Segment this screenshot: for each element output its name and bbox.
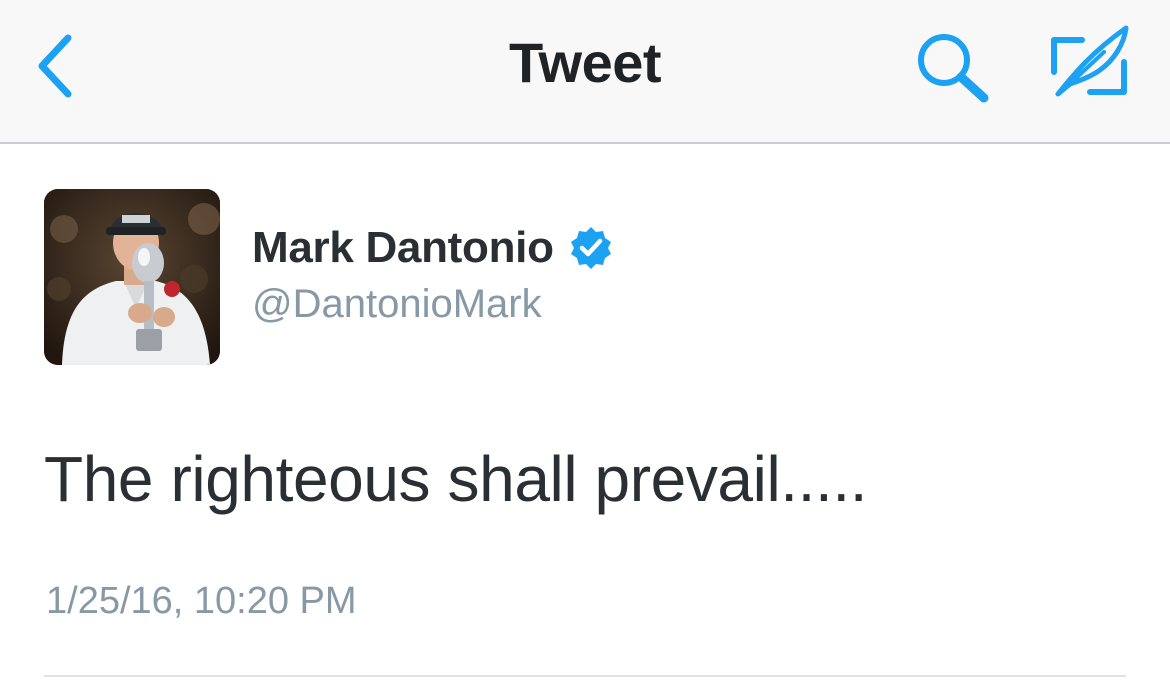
search-button[interactable]	[912, 30, 996, 106]
avatar[interactable]	[44, 189, 220, 365]
compose-tweet-icon	[1051, 25, 1129, 97]
author-info: Mark Dantonio @DantonioMark	[252, 222, 952, 327]
tweet-text: The righteous shall prevail.....	[44, 443, 868, 515]
tweet-timestamp: 1/25/16, 10:20 PM	[46, 580, 357, 622]
chevron-left-icon	[38, 34, 72, 98]
search-icon	[918, 34, 989, 103]
tweet-detail-screen: Tweet Mark Dantonio @DantonioMark The ri…	[0, 0, 1170, 685]
tweet-card: Mark Dantonio @DantonioMark The righteou…	[0, 144, 1170, 685]
profile-photo	[44, 189, 220, 365]
author-name-row: Mark Dantonio	[252, 222, 952, 274]
navigation-bar: Tweet	[0, 0, 1170, 144]
divider	[44, 675, 1126, 677]
author-handle[interactable]: @DantonioMark	[252, 282, 952, 327]
author-name[interactable]: Mark Dantonio	[252, 223, 554, 273]
verified-badge-icon	[570, 227, 611, 269]
back-button[interactable]	[28, 30, 88, 100]
compose-tweet-button[interactable]	[1044, 22, 1134, 100]
